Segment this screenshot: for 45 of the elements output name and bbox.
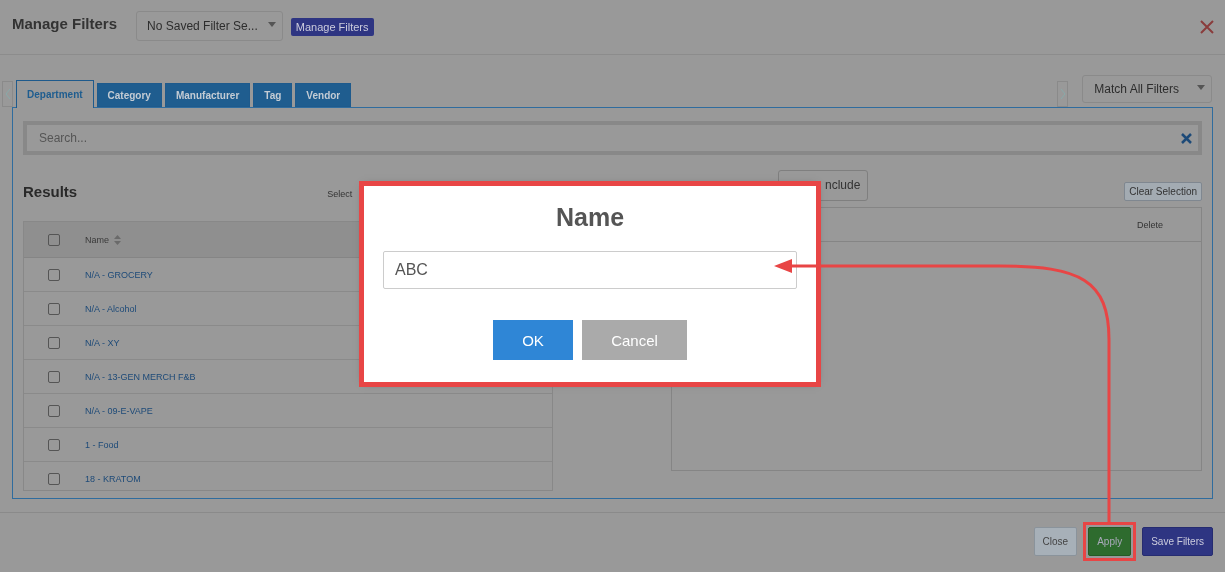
row-checkbox[interactable] (48, 472, 60, 485)
chevron-right-icon (1059, 88, 1066, 100)
department-link[interactable]: 18 - KRATOM (85, 473, 141, 484)
search-field[interactable]: Search... (27, 125, 1198, 151)
filter-tab[interactable]: Manufacturer (164, 83, 251, 107)
department-link[interactable]: 1 - Food (85, 439, 119, 450)
row-checkbox[interactable] (48, 336, 60, 349)
filter-tab[interactable]: Department (16, 80, 94, 108)
dialog-button[interactable]: Cancel (582, 320, 687, 360)
department-link[interactable]: N/A - XY (85, 337, 120, 348)
caret-icon (267, 21, 276, 27)
match-filters-select[interactable]: Match All Filters (1082, 75, 1212, 103)
manage-filters-button[interactable]: Manage Filters (290, 18, 374, 36)
filter-tab[interactable]: Tag (253, 83, 293, 107)
dialog-title: Name (555, 203, 625, 232)
name-input[interactable]: ABC (383, 251, 797, 289)
search-input[interactable]: Search... (37, 130, 1181, 146)
department-link[interactable]: N/A - 13-GEN MERCH F&B (85, 371, 196, 382)
column-header: Delete (1137, 219, 1163, 230)
column-header[interactable]: Name (85, 234, 109, 245)
row-checkbox[interactable] (48, 438, 60, 451)
select-label: Select (327, 189, 353, 199)
department-link[interactable]: N/A - GROCERY (85, 269, 153, 280)
caret-icon (1197, 84, 1205, 90)
filter-tab[interactable]: Category (96, 83, 162, 107)
footer-button[interactable]: Close (1033, 527, 1078, 556)
department-link[interactable]: N/A - Alcohol (85, 303, 137, 314)
results-heading: Results (23, 183, 78, 200)
row-checkbox[interactable] (48, 302, 60, 315)
clear-selection-button[interactable]: Clear Selection (1124, 182, 1202, 201)
window-title: Manage Filters (12, 14, 118, 32)
clear-search-icon[interactable] (1181, 132, 1192, 144)
saved-filter-select[interactable]: No Saved Filter Se... (136, 11, 283, 41)
row-checkbox[interactable] (48, 268, 60, 281)
footer-button[interactable]: Save Filters (1142, 527, 1213, 556)
select-all-checkbox[interactable] (48, 233, 60, 246)
row-checkbox[interactable] (48, 404, 60, 417)
filter-tab[interactable]: Vendor (295, 83, 352, 107)
close-icon[interactable] (1199, 19, 1215, 35)
dialog-button[interactable]: OK (493, 320, 573, 360)
footer-button[interactable]: Apply (1088, 527, 1132, 556)
chevron-left-icon (4, 88, 11, 100)
department-link[interactable]: N/A - 09-E-VAPE (85, 405, 153, 416)
sort-icon[interactable] (114, 234, 121, 245)
row-checkbox[interactable] (48, 370, 60, 383)
